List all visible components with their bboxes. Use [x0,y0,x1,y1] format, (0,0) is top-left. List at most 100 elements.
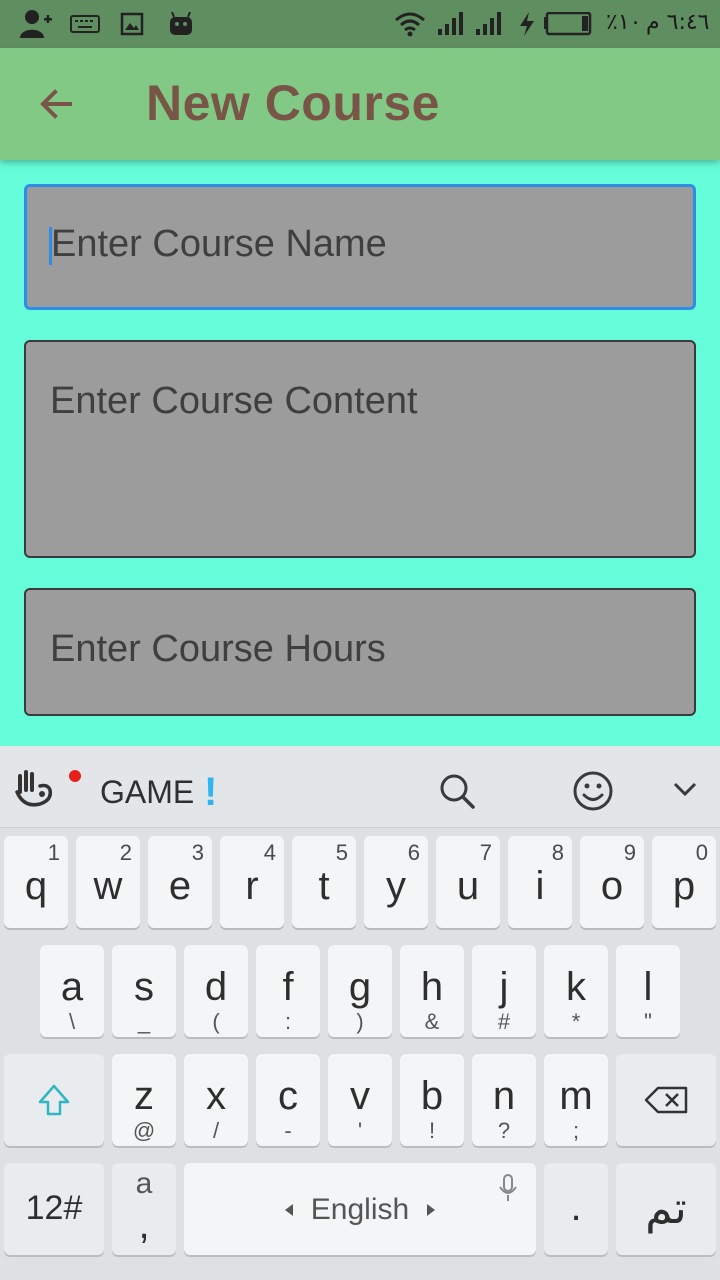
key-x[interactable]: x / [184,1054,248,1146]
key-hint: 2 [119,840,132,865]
key-sub: \ [68,1009,76,1034]
key-y[interactable]: y6 [364,836,428,928]
status-bar: ٪١٠ ٦:٤٦ م [0,0,720,48]
key-label: q [24,864,48,908]
done-label: تم [645,1184,687,1233]
key-label: s [134,965,154,1009]
shift-icon [38,1084,70,1116]
key-o[interactable]: o9 [580,836,644,928]
game-label[interactable]: GAME [100,774,194,811]
key-label: y [386,864,406,908]
page-title: New Course [146,75,440,131]
key-k[interactable]: k * [544,945,608,1037]
key-n[interactable]: n? [472,1054,536,1146]
key-sub: ( [212,1009,220,1034]
key-sub: _ [137,1009,151,1034]
key-label: v [350,1074,370,1118]
key-z[interactable]: z @ [112,1054,176,1146]
key-label: d [204,965,228,1009]
signal-icon-2 [474,8,502,40]
key-hint: 6 [407,840,420,865]
course-content-input[interactable]: Enter Course Content [24,340,696,558]
key-label: k [566,965,586,1009]
key-label: f [282,965,294,1009]
key-sub: & [424,1009,440,1034]
key-label: c [278,1074,298,1118]
key-m[interactable]: m; [544,1054,608,1146]
back-button[interactable] [28,76,84,132]
done-key[interactable]: تم [616,1163,716,1255]
key-hint: 8 [551,840,564,865]
wifi-icon [394,8,426,40]
key-r[interactable]: r4 [220,836,284,928]
key-g[interactable]: g) [328,945,392,1037]
course-content-placeholder: Enter Course Content [50,380,418,422]
key-label: e [168,864,192,908]
key-label: m [559,1074,593,1118]
key-label: j [499,965,509,1009]
key-hint: 4 [263,840,276,865]
key-a[interactable]: a \ [40,945,104,1037]
comma-key[interactable]: a, [112,1163,176,1255]
key-label: o [600,864,624,908]
space-key[interactable]: English [184,1163,536,1255]
key-h[interactable]: h & [400,945,464,1037]
key-p[interactable]: p0 [652,836,716,928]
key-sub: # [497,1009,511,1034]
game-exclaim: ! [204,770,218,814]
emoji-icon[interactable] [572,770,614,817]
key-v[interactable]: v ' [328,1054,392,1146]
key-l[interactable]: l " [616,945,680,1037]
key-w[interactable]: w2 [76,836,140,928]
key-s[interactable]: s _ [112,945,176,1037]
key-u[interactable]: u7 [436,836,500,928]
key-label: h [420,965,444,1009]
key-hint: 3 [191,840,204,865]
key-c[interactable]: c- [256,1054,320,1146]
backspace-icon [644,1086,688,1114]
soft-keyboard: GAME ! q 1 w 2 e 3 r 4 t 5 y 6 u 7 i 8 o 9 p 0 a \ s _ d(f: g) h & j… [0,746,720,1280]
key-e[interactable]: e3 [148,836,212,928]
arrow-back-icon [40,89,72,119]
clock: ٦:٤٦ م [646,10,710,35]
key-f[interactable]: f: [256,945,320,1037]
key-hint: 1 [47,840,60,865]
key-label: n [492,1074,516,1118]
key-label: t [318,864,330,908]
touchpal-logo-icon[interactable] [14,768,58,815]
key-sub: : [284,1009,292,1034]
backspace-key[interactable] [616,1054,716,1146]
key-t[interactable]: t5 [292,836,356,928]
course-hours-input[interactable]: Enter Course Hours [24,588,696,716]
key-hint: 9 [623,840,636,865]
add-contact-icon [18,8,54,40]
key-label: g [348,965,372,1009]
course-name-input[interactable]: Enter Course Name [24,184,696,310]
battery-icon [542,8,592,40]
key-sub: ? [497,1118,511,1143]
key-sub: ) [356,1009,364,1034]
key-j[interactable]: j # [472,945,536,1037]
shift-key[interactable] [4,1054,104,1146]
key-i[interactable]: i8 [508,836,572,928]
key-label: w [93,864,123,908]
period-key[interactable]: . [544,1163,608,1255]
key-d[interactable]: d( [184,945,248,1037]
key-sub: * [571,1009,581,1034]
period-label: . [570,1185,582,1229]
charging-icon [516,8,538,40]
key-hint: 7 [479,840,492,865]
key-label: r [245,864,259,908]
symbols-label: 12# [25,1189,83,1227]
key-label: u [456,864,480,908]
key-b[interactable]: b! [400,1054,464,1146]
chevron-down-icon[interactable] [672,780,698,803]
search-icon[interactable] [438,772,476,815]
space-label: English [310,1193,410,1226]
battery-percent: ٪١٠ [606,10,642,35]
symbols-key[interactable]: 12# [4,1163,104,1255]
key-q[interactable]: q1 [4,836,68,928]
comma-key-alt: a [135,1167,153,1200]
image-icon [118,8,146,40]
key-sub: - [284,1118,292,1143]
